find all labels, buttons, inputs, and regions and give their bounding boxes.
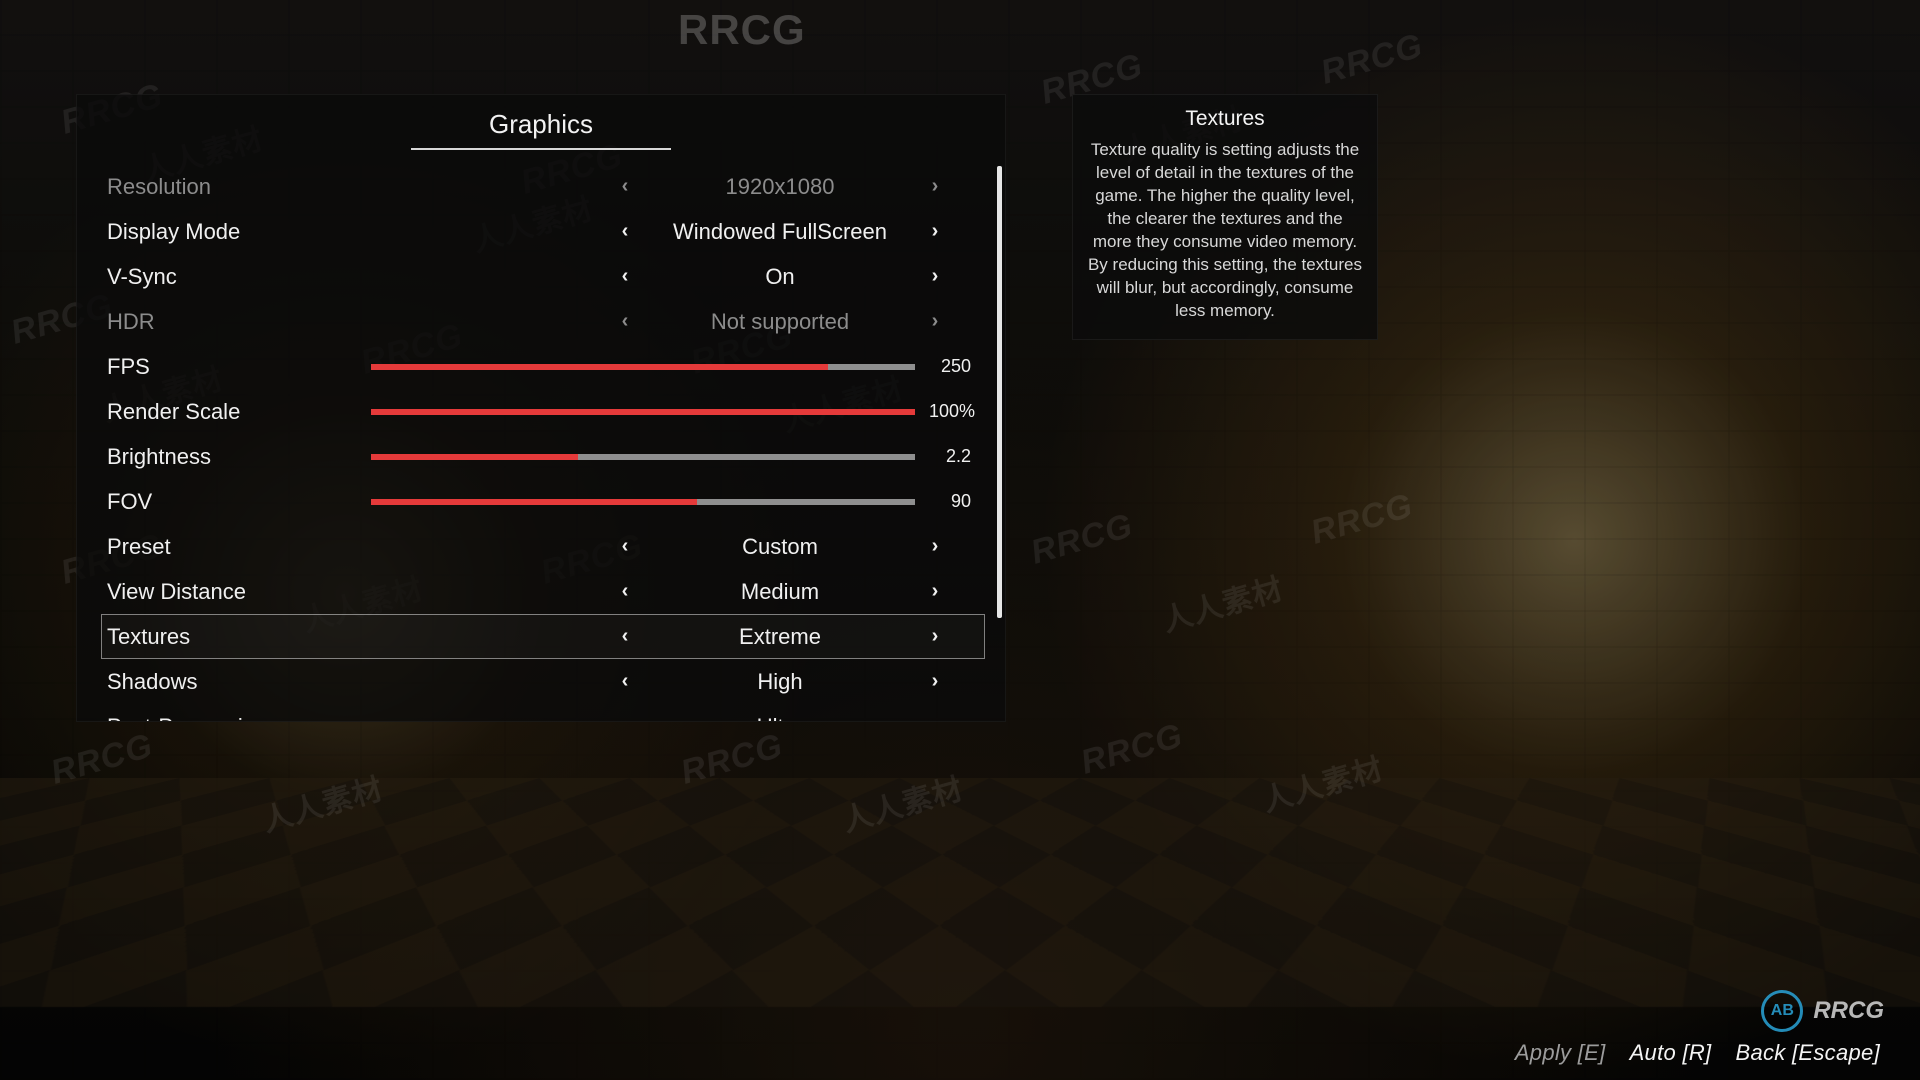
chevron-right-icon[interactable]: ›	[925, 580, 945, 603]
option-selector: ‹Medium›	[615, 579, 945, 605]
setting-label: Render Scale	[107, 399, 357, 425]
slider-wrap: 250	[371, 356, 971, 377]
hint-back[interactable]: Back [Escape]	[1735, 1040, 1880, 1066]
slider-track[interactable]	[371, 409, 915, 415]
option-selector: ‹On›	[615, 264, 945, 290]
slider-fill	[371, 364, 828, 370]
setting-row-display_mode[interactable]: Display Mode ‹Windowed FullScreen›	[101, 209, 985, 254]
rrcg-logo: AB RRCG	[1761, 990, 1884, 1032]
slider-fill	[371, 454, 578, 460]
chevron-left-icon[interactable]: ‹	[615, 670, 635, 693]
setting-row-hdr[interactable]: HDR ‹Not supported›	[101, 299, 985, 344]
setting-label: View Distance	[107, 579, 357, 605]
slider-track[interactable]	[371, 454, 915, 460]
slider-track[interactable]	[371, 364, 915, 370]
hint-auto[interactable]: Auto [R]	[1630, 1040, 1712, 1066]
slider-value: 250	[915, 356, 971, 377]
panel-title-underline	[411, 148, 671, 150]
option-value: Custom	[635, 534, 925, 560]
footer-hints: Apply [E] Auto [R] Back [Escape]	[1515, 1040, 1880, 1066]
chevron-left-icon[interactable]: ‹	[615, 310, 635, 333]
option-selector: ‹Not supported›	[615, 309, 945, 335]
option-value: On	[635, 264, 925, 290]
slider-value: 2.2	[915, 446, 971, 467]
setting-label: HDR	[107, 309, 357, 335]
slider-wrap: 100%	[371, 401, 971, 422]
setting-label: Display Mode	[107, 219, 357, 245]
setting-row-textures[interactable]: Textures ‹Extreme›	[101, 614, 985, 659]
chevron-left-icon[interactable]: ‹	[615, 535, 635, 558]
option-selector: ‹Ultra›	[615, 714, 945, 723]
tooltip-body: Texture quality is setting adjusts the l…	[1087, 139, 1363, 323]
setting-row-shadows[interactable]: Shadows ‹High›	[101, 659, 985, 704]
panel-title: Graphics	[77, 101, 1005, 148]
setting-row-vsync[interactable]: V-Sync ‹On›	[101, 254, 985, 299]
setting-row-resolution[interactable]: Resolution ‹1920x1080›	[101, 164, 985, 209]
setting-row-render_scale[interactable]: Render Scale 100%	[101, 389, 985, 434]
chevron-right-icon[interactable]: ›	[925, 175, 945, 198]
option-selector: ‹High›	[615, 669, 945, 695]
chevron-left-icon[interactable]: ‹	[615, 715, 635, 722]
option-selector: ‹1920x1080›	[615, 174, 945, 200]
slider-fill	[371, 409, 915, 415]
graphics-settings-panel: Graphics Resolution‹1920x1080›Display Mo…	[76, 94, 1006, 722]
setting-tooltip: Textures Texture quality is setting adju…	[1072, 94, 1378, 340]
option-value: High	[635, 669, 925, 695]
option-value: 1920x1080	[635, 174, 925, 200]
slider-wrap: 90	[371, 491, 971, 512]
slider-fill	[371, 499, 697, 505]
setting-label: Shadows	[107, 669, 357, 695]
setting-label: FOV	[107, 489, 357, 515]
setting-label: Resolution	[107, 174, 357, 200]
chevron-left-icon[interactable]: ‹	[615, 625, 635, 648]
chevron-right-icon[interactable]: ›	[925, 220, 945, 243]
chevron-left-icon[interactable]: ‹	[615, 220, 635, 243]
chevron-right-icon[interactable]: ›	[925, 310, 945, 333]
slider-track[interactable]	[371, 499, 915, 505]
logo-text: RRCG	[1813, 997, 1884, 1025]
hint-apply[interactable]: Apply [E]	[1515, 1040, 1606, 1066]
chevron-right-icon[interactable]: ›	[925, 670, 945, 693]
option-value: Windowed FullScreen	[635, 219, 925, 245]
option-value: Medium	[635, 579, 925, 605]
setting-row-view_distance[interactable]: View Distance ‹Medium›	[101, 569, 985, 614]
setting-label: Textures	[107, 624, 357, 650]
scrollbar[interactable]	[997, 166, 1002, 618]
chevron-left-icon[interactable]: ‹	[615, 265, 635, 288]
settings-rows: Resolution‹1920x1080›Display Mode‹Window…	[77, 164, 1005, 722]
setting-row-fov[interactable]: FOV 90	[101, 479, 985, 524]
chevron-right-icon[interactable]: ›	[925, 715, 945, 722]
option-value: Extreme	[635, 624, 925, 650]
setting-row-preset[interactable]: Preset ‹Custom›	[101, 524, 985, 569]
option-value: Ultra	[635, 714, 925, 723]
option-selector: ‹Extreme›	[615, 624, 945, 650]
setting-row-brightness[interactable]: Brightness 2.2	[101, 434, 985, 479]
option-value: Not supported	[635, 309, 925, 335]
setting-label: V-Sync	[107, 264, 357, 290]
option-selector: ‹Windowed FullScreen›	[615, 219, 945, 245]
logo-disc-icon: AB	[1761, 990, 1803, 1032]
option-selector: ‹Custom›	[615, 534, 945, 560]
setting-row-postproc[interactable]: Post-Processing ‹Ultra›	[101, 704, 985, 722]
slider-value: 100%	[915, 401, 971, 422]
slider-wrap: 2.2	[371, 446, 971, 467]
chevron-right-icon[interactable]: ›	[925, 265, 945, 288]
setting-label: Brightness	[107, 444, 357, 470]
setting-label: Post-Processing	[107, 714, 357, 723]
setting-label: FPS	[107, 354, 357, 380]
chevron-right-icon[interactable]: ›	[925, 625, 945, 648]
setting-row-fps[interactable]: FPS 250	[101, 344, 985, 389]
chevron-left-icon[interactable]: ‹	[615, 175, 635, 198]
chevron-left-icon[interactable]: ‹	[615, 580, 635, 603]
setting-label: Preset	[107, 534, 357, 560]
chevron-right-icon[interactable]: ›	[925, 535, 945, 558]
slider-value: 90	[915, 491, 971, 512]
tooltip-title: Textures	[1087, 105, 1363, 133]
